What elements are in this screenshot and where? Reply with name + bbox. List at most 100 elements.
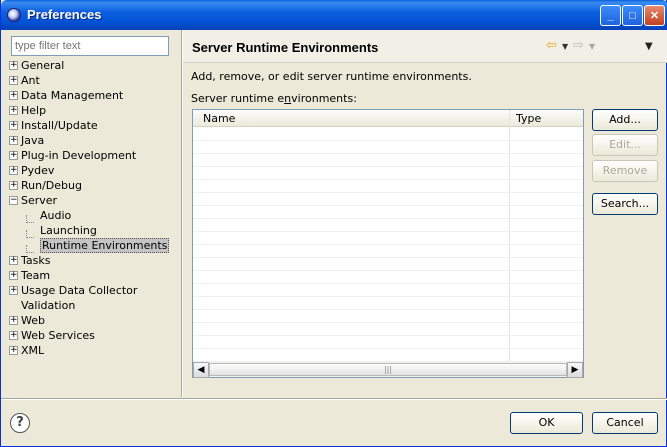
- forward-dropdown-icon: ▼: [589, 42, 596, 51]
- tree-item[interactable]: + Tasks: [9, 253, 179, 268]
- maximize-button[interactable]: □: [622, 5, 643, 26]
- close-button[interactable]: ✕: [644, 5, 665, 26]
- column-header-type[interactable]: Type: [516, 112, 541, 125]
- tree-item[interactable]: + Ant: [9, 73, 179, 88]
- tree-item[interactable]: + Pydev: [9, 163, 179, 178]
- tree-item-label: Runtime Environments: [40, 238, 170, 253]
- expand-icon[interactable]: +: [9, 151, 18, 160]
- tree-item-label: Tasks: [21, 254, 51, 267]
- expand-icon[interactable]: +: [9, 166, 18, 175]
- edit-button[interactable]: Edit...: [592, 134, 658, 156]
- tree-item[interactable]: + Data Management: [9, 88, 179, 103]
- search-button[interactable]: Search...: [592, 193, 658, 215]
- scroll-left-icon[interactable]: ◀: [193, 362, 209, 378]
- tree-item-label: XML: [21, 344, 45, 357]
- tree-item[interactable]: + Help: [9, 103, 179, 118]
- tree-item-label: Launching: [40, 224, 97, 237]
- tree-item[interactable]: + Plug-in Development: [9, 148, 179, 163]
- footer-divider: [1, 398, 667, 400]
- minimize-button[interactable]: _: [600, 5, 621, 26]
- tree-guide-line: [26, 245, 34, 253]
- preferences-window: Preferences _ □ ✕ +General+Ant+Data Mana…: [0, 0, 667, 447]
- expand-icon[interactable]: +: [9, 61, 18, 70]
- expand-icon[interactable]: +: [9, 106, 18, 115]
- ok-button[interactable]: OK: [510, 412, 583, 434]
- tree-item-label: Ant: [21, 74, 40, 87]
- forward-arrow-icon: ⇨: [573, 38, 584, 53]
- tree-item[interactable]: + Run/Debug: [9, 178, 179, 193]
- tree-item[interactable]: + Install/Update: [9, 118, 179, 133]
- tree-item[interactable]: Audio: [9, 208, 179, 223]
- table-row: [193, 257, 583, 258]
- expand-icon[interactable]: +: [9, 181, 18, 190]
- cancel-button[interactable]: Cancel: [592, 412, 658, 434]
- tree-item[interactable]: Launching: [9, 223, 179, 238]
- horizontal-scrollbar[interactable]: ◀ ||| ▶: [193, 361, 583, 378]
- title-bar: Preferences _ □ ✕: [1, 0, 667, 30]
- scroll-thumb[interactable]: |||: [209, 363, 567, 376]
- table-row: [193, 322, 583, 323]
- table-row: [193, 166, 583, 167]
- table-row: [193, 179, 583, 180]
- table-row: [193, 231, 583, 232]
- column-separator[interactable]: [509, 110, 510, 361]
- back-arrow-icon[interactable]: ⇦: [546, 38, 557, 53]
- tree-item-label: Web Services: [21, 329, 95, 342]
- tree-item[interactable]: + General: [9, 58, 179, 73]
- expand-icon[interactable]: +: [9, 121, 18, 130]
- expand-icon[interactable]: +: [9, 91, 18, 100]
- table-header: Name Type: [193, 110, 583, 127]
- tree-item[interactable]: Runtime Environments: [9, 238, 179, 253]
- expand-icon[interactable]: +: [9, 76, 18, 85]
- column-header-name[interactable]: Name: [203, 112, 235, 125]
- view-menu-icon[interactable]: ▼: [645, 41, 653, 52]
- tree-item[interactable]: + Web: [9, 313, 179, 328]
- table-row: [193, 244, 583, 245]
- tree-guide-line: [26, 230, 34, 238]
- expand-icon[interactable]: +: [9, 331, 18, 340]
- table-row: [193, 153, 583, 154]
- back-dropdown-icon[interactable]: ▼: [562, 42, 568, 51]
- page-header: Server Runtime Environments ⇦ ▼ ⇨ ▼ ▼: [183, 30, 667, 63]
- minimize-icon: _: [607, 9, 614, 22]
- expand-icon[interactable]: +: [9, 256, 18, 265]
- table-row: [193, 348, 583, 349]
- tree-item[interactable]: + Team: [9, 268, 179, 283]
- pane-divider[interactable]: [181, 30, 183, 397]
- tree-item-label: Validation: [21, 299, 76, 312]
- expand-icon[interactable]: +: [9, 286, 18, 295]
- tree-item-label: Run/Debug: [21, 179, 82, 192]
- add-button[interactable]: Add...: [592, 109, 658, 131]
- tree-item[interactable]: + Web Services: [9, 328, 179, 343]
- page-title: Server Runtime Environments: [192, 40, 379, 55]
- filter-input[interactable]: [11, 36, 169, 56]
- tree-item-label: Audio: [40, 209, 72, 222]
- page-description: Add, remove, or edit server runtime envi…: [191, 70, 472, 83]
- table-row: [193, 296, 583, 297]
- table-row: [193, 335, 583, 336]
- tree-item[interactable]: − Server: [9, 193, 179, 208]
- table-row: [193, 140, 583, 141]
- eclipse-icon: [7, 8, 21, 22]
- scroll-right-icon[interactable]: ▶: [567, 362, 583, 378]
- tree-item[interactable]: + Java: [9, 133, 179, 148]
- close-icon: ✕: [649, 10, 660, 22]
- preference-tree: + General + Ant + Data Management + Help + Instal…: [9, 58, 179, 358]
- expand-icon[interactable]: +: [9, 316, 18, 325]
- help-icon[interactable]: ?: [10, 413, 30, 433]
- table-row: [193, 192, 583, 193]
- tree-item-label: Plug-in Development: [21, 149, 137, 162]
- tree-item[interactable]: + Usage Data Collector: [9, 283, 179, 298]
- tree-guide-line: [26, 215, 34, 223]
- tree-item[interactable]: Validation: [9, 298, 179, 313]
- runtime-table[interactable]: Name Type ◀ ||| ▶: [192, 109, 584, 378]
- expand-icon[interactable]: +: [9, 136, 18, 145]
- tree-item-label: General: [21, 59, 65, 72]
- table-row: [193, 205, 583, 206]
- tree-item[interactable]: + XML: [9, 343, 179, 358]
- tree-item-label: Pydev: [21, 164, 55, 177]
- expand-icon[interactable]: +: [9, 271, 18, 280]
- collapse-icon[interactable]: −: [9, 196, 18, 205]
- remove-button[interactable]: Remove: [592, 160, 658, 182]
- expand-icon[interactable]: +: [9, 346, 18, 355]
